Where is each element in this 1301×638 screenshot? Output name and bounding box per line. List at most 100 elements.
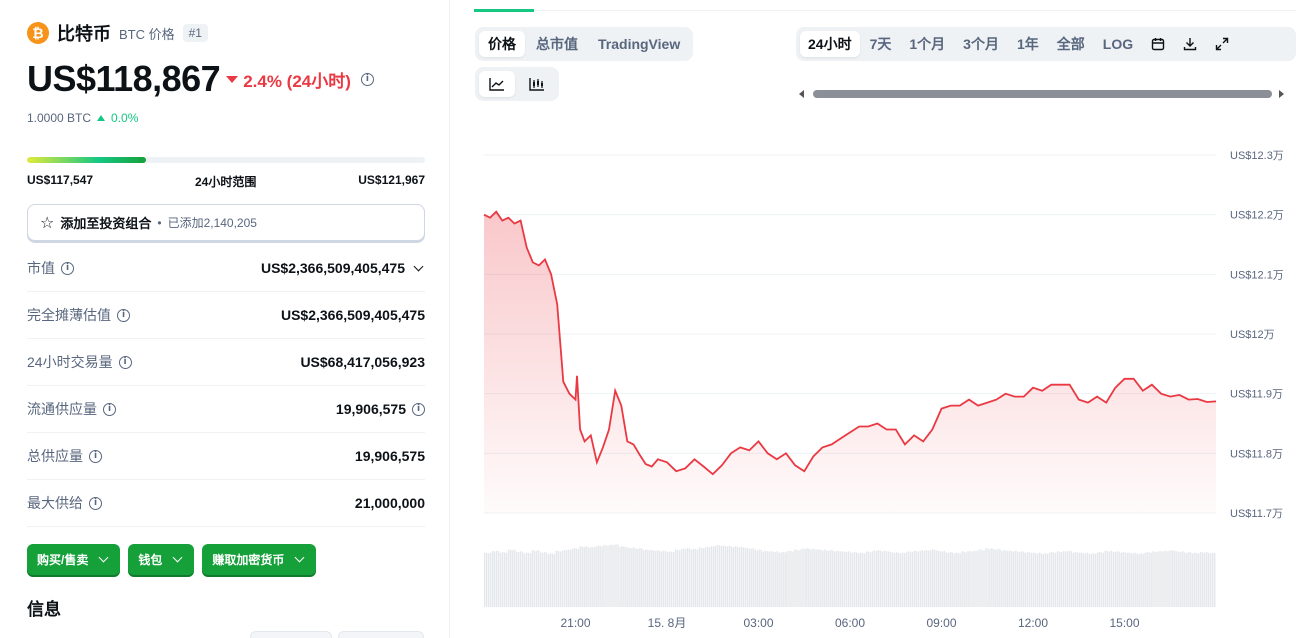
price-chart[interactable]: US$12.3万 US$12.2万 US$12.1万 US$12万 US$11.9万 US… bbox=[451, 0, 1301, 638]
wallet-button[interactable]: 钱包 bbox=[128, 544, 195, 575]
info-icon[interactable]: i bbox=[89, 496, 102, 510]
volume-bar bbox=[812, 548, 814, 607]
volume-bar bbox=[1110, 550, 1112, 607]
volume-bar bbox=[824, 549, 826, 607]
volume-bar bbox=[1128, 552, 1130, 607]
coin-header: ₿ 比特币 BTC 价格 #1 bbox=[27, 20, 208, 46]
volume-bar bbox=[601, 546, 603, 607]
volume-bar bbox=[911, 552, 914, 607]
info-icon[interactable]: i bbox=[103, 402, 116, 416]
volume-bar bbox=[704, 547, 707, 607]
range-progress-bar bbox=[27, 157, 425, 163]
volume-bar bbox=[830, 550, 832, 607]
chevron-down-icon bbox=[98, 552, 109, 563]
volume-bar bbox=[1118, 551, 1120, 607]
volume-bar bbox=[688, 548, 691, 607]
volume-bar bbox=[758, 549, 760, 607]
volume-bar bbox=[529, 553, 532, 607]
info-icon[interactable]: i bbox=[89, 449, 102, 463]
stat-value: US$68,417,056,923 bbox=[300, 354, 425, 370]
volume-bar bbox=[696, 549, 699, 607]
volume-bar bbox=[848, 551, 850, 607]
volume-bar bbox=[613, 545, 615, 607]
volume-bar bbox=[641, 548, 643, 607]
info-icon[interactable]: i bbox=[360, 72, 374, 86]
volume-bar bbox=[495, 550, 498, 607]
volume-bar bbox=[659, 551, 661, 607]
buy-sell-button[interactable]: 购买/售卖 bbox=[27, 544, 121, 575]
volume-bar bbox=[1184, 552, 1186, 607]
volume-bar bbox=[484, 552, 486, 607]
volume-bar bbox=[1210, 553, 1212, 607]
volume-bar bbox=[680, 549, 683, 607]
volume-bar bbox=[692, 548, 695, 607]
volume-bar bbox=[814, 549, 816, 607]
info-tag-button[interactable] bbox=[250, 631, 332, 638]
volume-bar bbox=[931, 549, 933, 607]
volume-bar bbox=[806, 548, 808, 607]
earn-crypto-button[interactable]: 赚取加密货币 bbox=[202, 544, 317, 575]
volume-bar bbox=[776, 551, 778, 607]
volume-bar bbox=[842, 551, 844, 607]
volume-bar bbox=[1124, 552, 1126, 607]
volume-bar bbox=[873, 550, 876, 607]
volume-bar bbox=[780, 552, 782, 607]
volume-bar bbox=[1126, 552, 1128, 607]
coin-overview-panel: ₿ 比特币 BTC 价格 #1 US$118,867 2.4% (24小时) i… bbox=[0, 0, 450, 638]
volume-bar bbox=[567, 549, 569, 607]
volume-bar bbox=[1116, 551, 1118, 607]
volume-bar bbox=[1138, 554, 1140, 607]
volume-bar bbox=[869, 552, 872, 607]
info-icon[interactable]: i bbox=[412, 402, 425, 416]
x-tick-label: 15:00 bbox=[1109, 616, 1139, 630]
volume-bar bbox=[834, 551, 836, 607]
volume-bar bbox=[1182, 551, 1184, 607]
volume-bar bbox=[1062, 551, 1065, 607]
add-to-portfolio-button[interactable]: ☆ 添加至投资组合 • 已添加2,140,205 bbox=[27, 204, 425, 241]
volume-bar bbox=[885, 551, 888, 607]
volume-bar bbox=[591, 546, 593, 607]
info-tag-button[interactable] bbox=[338, 631, 424, 638]
stat-row-fdv: 完全摊薄估值 i US$2,366,509,405,475 bbox=[27, 292, 425, 339]
info-icon[interactable]: i bbox=[117, 308, 130, 322]
button-label: 赚取加密货币 bbox=[212, 553, 285, 567]
volume-bar bbox=[545, 552, 548, 607]
volume-bar bbox=[768, 551, 770, 607]
x-tick-label: 12:00 bbox=[1018, 616, 1048, 630]
volume-bar bbox=[563, 549, 565, 607]
volume-bar bbox=[850, 552, 852, 607]
volume-bar bbox=[810, 549, 812, 607]
volume-bar bbox=[1112, 551, 1114, 607]
volume-bar bbox=[875, 550, 878, 607]
y-tick-label: US$11.9万 bbox=[1230, 389, 1283, 401]
volume-bar bbox=[808, 548, 810, 607]
volume-bar bbox=[1148, 552, 1150, 607]
volume-bar bbox=[762, 551, 764, 607]
volume-bar bbox=[575, 548, 577, 607]
volume-bar bbox=[603, 544, 605, 607]
volume-bar bbox=[565, 550, 567, 607]
volume-bar bbox=[905, 552, 908, 607]
volume-bar bbox=[939, 551, 941, 607]
chevron-down-icon[interactable] bbox=[413, 261, 424, 271]
stat-row-volume: 24小时交易量 i US$68,417,056,923 bbox=[27, 339, 425, 386]
info-icon[interactable]: i bbox=[118, 355, 132, 369]
volume-bar bbox=[1164, 550, 1166, 607]
volume-bar bbox=[935, 550, 937, 607]
info-icon[interactable]: i bbox=[61, 261, 74, 275]
volume-bar bbox=[611, 544, 613, 607]
volume-bar bbox=[1180, 552, 1182, 607]
volume-bar bbox=[667, 552, 669, 607]
volume-bar bbox=[543, 552, 546, 607]
volume-bar bbox=[816, 549, 818, 607]
volume-bar bbox=[625, 547, 627, 607]
volume-bar bbox=[1132, 553, 1134, 607]
volume-bar bbox=[629, 547, 631, 607]
volume-bar bbox=[965, 552, 967, 607]
volume-bar bbox=[852, 552, 854, 607]
volume-bar bbox=[657, 550, 659, 607]
stat-label: 24小时交易量 bbox=[27, 354, 113, 370]
volume-bar bbox=[549, 553, 551, 607]
volume-bar bbox=[1003, 550, 1005, 607]
volume-bar bbox=[1162, 551, 1164, 607]
